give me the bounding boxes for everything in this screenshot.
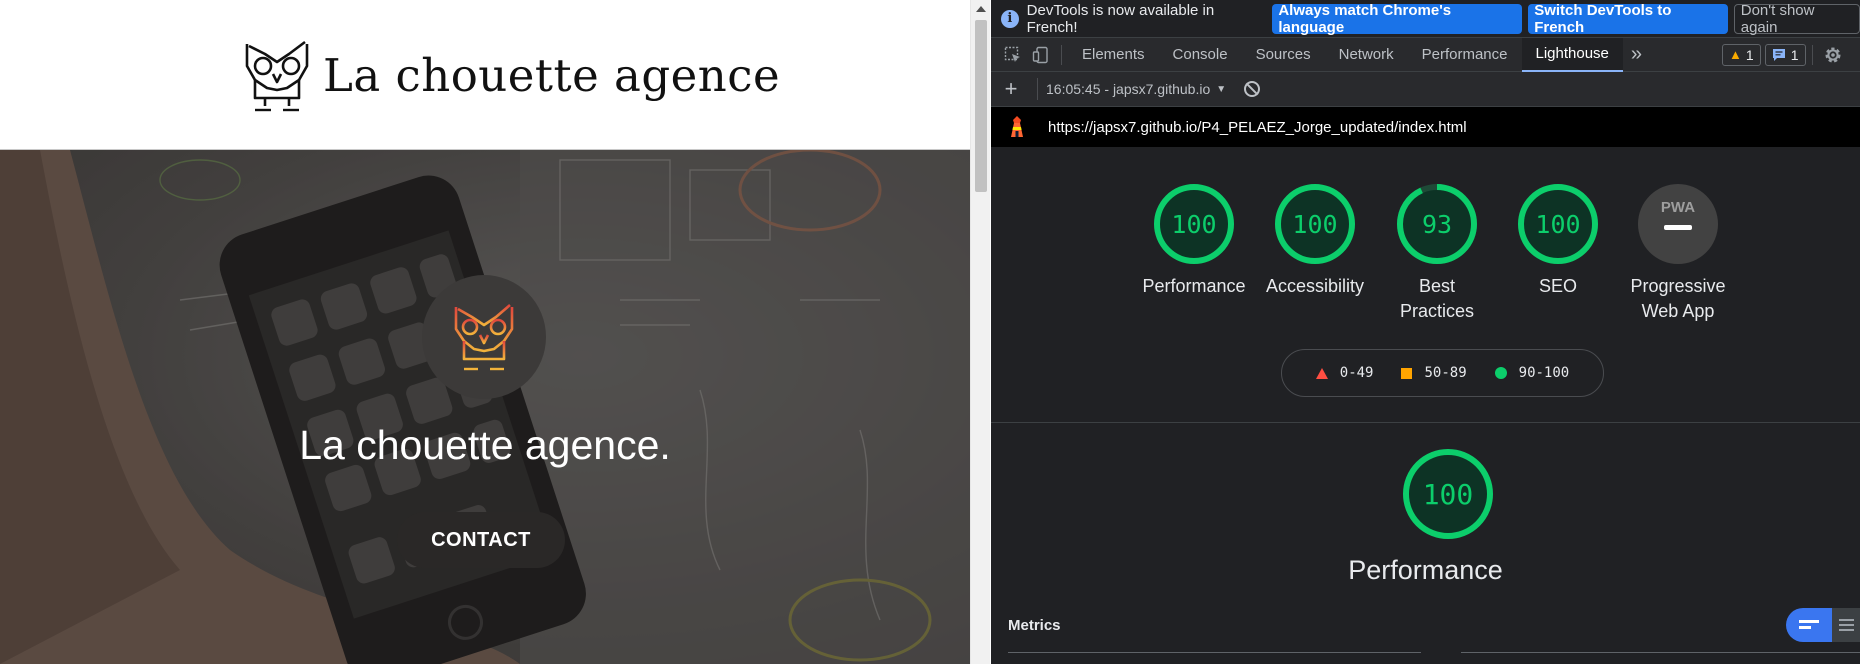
infobar-message: DevTools is now available in French! [1026, 1, 1215, 36]
gauge-label: Accessibility [1265, 276, 1365, 296]
gauge-label: SEO [1538, 276, 1577, 296]
report-select-label: 16:05:45 - japsx7.github.io [1046, 81, 1211, 97]
gauge-label: Best Practices [1399, 276, 1475, 321]
gauge-ring-seo: 100 [1518, 184, 1598, 264]
section-divider [991, 422, 1860, 423]
gauge-label: Progressive Web App [1630, 276, 1726, 321]
message-bubble-icon [1772, 48, 1785, 61]
devtools-panel: i DevTools is now available in French! A… [991, 0, 1860, 664]
language-infobar: i DevTools is now available in French! A… [991, 0, 1860, 38]
dropdown-caret-icon: ▼ [1216, 83, 1227, 95]
hero-dark-overlay [0, 150, 970, 664]
gauge-best-practices[interactable]: 93 Best Practices [1376, 182, 1498, 324]
inspect-element-icon[interactable] [999, 41, 1027, 69]
brand-name: La chouette agence [323, 48, 781, 102]
settings-gear-icon[interactable] [1819, 41, 1847, 69]
website-viewport: La chouette agence La chouette agence. C… [0, 0, 970, 664]
score-scale-legend: 0-49 50-89 90-100 [1281, 349, 1604, 397]
warning-triangle-icon: ▲ [1729, 47, 1742, 62]
metrics-heading: Metrics [1008, 617, 1061, 634]
compact-view-icon[interactable] [1786, 608, 1832, 642]
contact-button[interactable]: CONTACT [397, 512, 565, 568]
gauge-value: 93 [1422, 210, 1452, 239]
legend-average: 50-89 [1401, 365, 1467, 381]
scroll-thumb[interactable] [975, 20, 987, 192]
switch-to-french-button[interactable]: Switch DevTools to French [1528, 2, 1728, 36]
metrics-divider [1461, 652, 1860, 653]
report-url[interactable]: https://japsx7.github.io/P4_PELAEZ_Jorge… [1048, 119, 1467, 136]
hero-owl-badge [422, 275, 546, 399]
clear-reports-icon[interactable] [1244, 81, 1261, 97]
site-header: La chouette agence [0, 0, 970, 150]
lighthouse-toolbar: + 16:05:45 - japsx7.github.io ▼ [991, 72, 1860, 107]
new-report-plus-icon[interactable]: + [991, 76, 1031, 102]
metrics-view-toggle[interactable] [1786, 608, 1860, 642]
tab-elements[interactable]: Elements [1068, 38, 1159, 72]
tab-console[interactable]: Console [1159, 38, 1242, 72]
expanded-view-icon[interactable] [1832, 608, 1860, 642]
gauge-accessibility[interactable]: 100 Accessibility [1254, 182, 1376, 299]
pwa-badge-text: PWA [1661, 199, 1695, 216]
gauge-value: 100 [1292, 210, 1337, 239]
performance-category-title: Performance [1348, 555, 1503, 585]
tab-sources[interactable]: Sources [1242, 38, 1325, 72]
owl-logo-icon [245, 40, 309, 112]
circle-icon [1494, 367, 1507, 379]
devtools-main-toolbar: Elements Console Sources Network Perform… [991, 37, 1860, 72]
report-url-bar: https://japsx7.github.io/P4_PELAEZ_Jorge… [991, 107, 1860, 147]
legend-range: 0-49 [1339, 365, 1374, 381]
lighthouse-logo-icon [1011, 116, 1023, 137]
gauge-ring-best-practices: 93 [1397, 184, 1477, 264]
tab-performance[interactable]: Performance [1408, 38, 1522, 72]
gauge-ring-performance: 100 [1154, 184, 1234, 264]
page-scrollbar[interactable] [970, 0, 990, 664]
device-toolbar-icon[interactable] [1027, 41, 1055, 69]
warnings-counter[interactable]: ▲ 1 [1722, 43, 1761, 66]
gauge-label: Performance [1142, 276, 1246, 296]
pwa-badge-icon: PWA [1638, 184, 1718, 264]
gauge-pwa[interactable]: PWA Progressive Web App [1617, 182, 1739, 324]
triangle-icon [1315, 367, 1328, 379]
warnings-count: 1 [1745, 46, 1754, 63]
owl-color-icon [454, 304, 514, 371]
lighthouse-report: 100 Performance 100 Accessibility 93 Bes… [991, 147, 1860, 664]
gauge-value: 100 [1535, 210, 1580, 239]
always-match-language-button[interactable]: Always match Chrome's language [1272, 2, 1523, 36]
square-icon [1401, 367, 1413, 379]
performance-gauge-ring: 100 [1403, 449, 1493, 539]
gauge-seo[interactable]: 100 SEO [1497, 182, 1619, 299]
brand[interactable]: La chouette agence [243, 36, 780, 114]
info-icon: i [1001, 9, 1019, 28]
scroll-up-arrow-icon[interactable] [976, 6, 986, 12]
dont-show-again-button[interactable]: Don't show again [1733, 2, 1860, 36]
legend-range: 90-100 [1518, 365, 1570, 381]
performance-category-gauge: 100 [1393, 447, 1503, 541]
report-select-dropdown[interactable]: 16:05:45 - japsx7.github.io ▼ [1037, 78, 1226, 100]
legend-fail: 0-49 [1315, 365, 1374, 381]
performance-score-value: 100 [1423, 478, 1474, 511]
hero-title: La chouette agence. [299, 422, 671, 468]
legend-range: 50-89 [1424, 365, 1467, 381]
tab-lighthouse[interactable]: Lighthouse [1521, 37, 1623, 72]
gauge-value: 100 [1171, 210, 1216, 239]
messages-count: 1 [1790, 46, 1799, 63]
tab-network[interactable]: Network [1325, 38, 1408, 72]
metrics-divider [1008, 652, 1421, 653]
toolbar-divider [1061, 44, 1062, 65]
toolbar-divider [1811, 44, 1813, 65]
messages-counter[interactable]: 1 [1764, 43, 1806, 66]
gauge-ring-accessibility: 100 [1275, 184, 1355, 264]
gauge-performance[interactable]: 100 Performance [1133, 182, 1255, 299]
hero-section: La chouette agence. CONTACT [0, 150, 970, 664]
more-tabs-chevron-icon[interactable]: » [1623, 38, 1650, 72]
legend-pass: 90-100 [1494, 365, 1570, 381]
